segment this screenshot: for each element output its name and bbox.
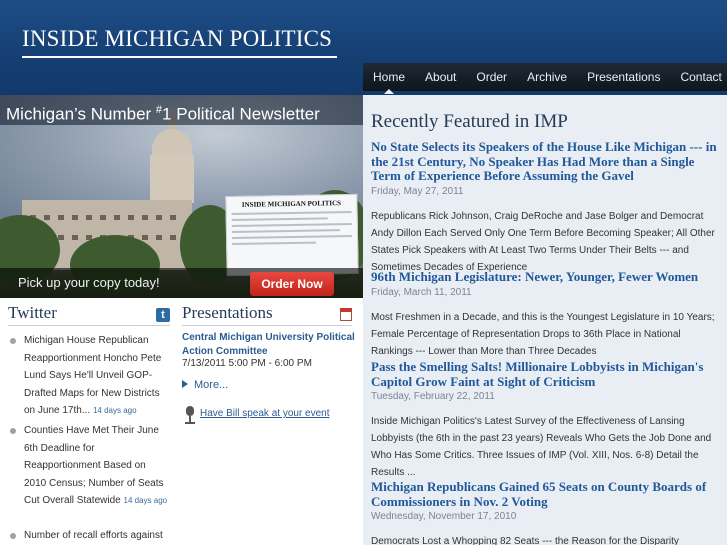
twitter-icon[interactable]: t (156, 308, 170, 322)
featured-article: Pass the Smelling Salts! Millionaire Lob… (371, 359, 721, 481)
microphone-head (186, 406, 194, 416)
hero-banner: INSIDE MICHIGAN POLITICS Michigan’s Numb… (0, 95, 363, 298)
event-title[interactable]: Central Michigan University Political Ac… (182, 331, 360, 359)
title-rule (22, 56, 337, 58)
article-date: Wednesday, November 17, 2010 (371, 511, 517, 522)
site-title[interactable]: INSIDE MICHIGAN POLITICS (22, 26, 332, 52)
event-time: 7/13/2011 5:00 PM - 6:00 PM (182, 358, 312, 369)
tweet-time[interactable]: 14 days ago (93, 406, 137, 415)
featured-article: Michigan Republicans Gained 65 Seats on … (371, 479, 721, 545)
capitol-windows (30, 215, 180, 220)
hero-headline: Michigan’s Number #1 Political Newslette… (0, 95, 363, 125)
newsletter-line (231, 229, 340, 234)
featured-heading: Recently Featured in IMP (371, 111, 568, 132)
article-title-link[interactable]: 96th Michigan Legislature: Newer, Younge… (371, 269, 721, 285)
article-title-link[interactable]: No State Selects its Speakers of the Hou… (371, 139, 721, 184)
hero-headline-text: Michigan’s Number (6, 104, 156, 124)
recently-featured-panel: Recently Featured in IMP No State Select… (363, 95, 727, 545)
hero-cta-text: Pick up your copy today! (18, 275, 160, 290)
article-summary: Inside Michigan Politics's Latest Survey… (371, 416, 712, 478)
presentations-header: Presentations (182, 302, 352, 326)
more-presentations-link[interactable]: More... (182, 379, 228, 391)
calendar-icon[interactable] (340, 308, 352, 321)
tweet-item[interactable]: Counties Have Met Their June 6th Deadlin… (8, 422, 168, 510)
newsletter-line (231, 222, 352, 228)
newsletter-masthead: INSIDE MICHIGAN POLITICS (241, 199, 342, 209)
microphone-base (185, 422, 195, 424)
hero-headline-rest: 1 Political Newsletter (162, 104, 320, 124)
nav-order[interactable]: Order (466, 63, 517, 91)
main-nav: Home About Order Archive Presentations C… (363, 63, 727, 94)
tweet-item[interactable]: Michigan House Republican Reapportionmen… (8, 332, 168, 420)
arrow-right-icon (182, 380, 188, 388)
article-summary: Most Freshmen in a Decade, and this is t… (371, 311, 715, 357)
capitol-drum (150, 155, 194, 203)
nav-home[interactable]: Home (363, 63, 415, 94)
newsletter-image: INSIDE MICHIGAN POLITICS (225, 193, 359, 277)
tweet-text: Michigan House Republican Reapportionmen… (24, 335, 162, 416)
featured-article: No State Selects its Speakers of the Hou… (371, 139, 721, 276)
tweet-text: Number of recall efforts against (24, 530, 163, 541)
article-summary: Democrats Lost a Whopping 82 Seats --- t… (371, 536, 679, 545)
nav-about[interactable]: About (415, 63, 466, 91)
article-date: Tuesday, February 22, 2011 (371, 391, 495, 402)
presentations-panel: Presentations Central Michigan Universit… (175, 298, 363, 545)
article-title-link[interactable]: Pass the Smelling Salts! Millionaire Lob… (371, 359, 721, 389)
featured-article: 96th Michigan Legislature: Newer, Younge… (371, 269, 721, 360)
nav-contact[interactable]: Contact (670, 63, 727, 91)
order-now-button[interactable]: Order Now (250, 272, 334, 296)
newsletter-line (231, 210, 352, 216)
presentations-title: Presentations (182, 303, 273, 322)
hero-cta-bar: Pick up your copy today! Order Now (0, 268, 363, 298)
tweet-item[interactable]: Number of recall efforts against (8, 527, 168, 545)
site-header: INSIDE MICHIGAN POLITICS Home About Orde… (0, 0, 727, 95)
article-date: Friday, March 11, 2011 (371, 286, 472, 298)
nav-presentations[interactable]: Presentations (577, 63, 670, 91)
newsletter-line (231, 217, 328, 222)
newsletter-line (232, 241, 317, 246)
article-date: Friday, May 27, 2011 (371, 185, 464, 197)
article-summary: Republicans Rick Johnson, Craig DeRoche … (371, 210, 715, 273)
twitter-panel: Twitter t Michigan House Republican Reap… (0, 298, 175, 545)
microphone-icon (185, 406, 195, 424)
tweet-time[interactable]: 14 days ago (124, 496, 168, 505)
twitter-title: Twitter (8, 303, 57, 322)
tweet-text: Counties Have Met Their June 6th Deadlin… (24, 425, 164, 506)
more-label: More... (194, 379, 229, 391)
article-title-link[interactable]: Michigan Republicans Gained 65 Seats on … (371, 479, 721, 509)
twitter-header: Twitter t (8, 302, 170, 326)
newsletter-line (232, 234, 353, 240)
nav-archive[interactable]: Archive (517, 63, 577, 91)
have-bill-speak-link[interactable]: Have Bill speak at your event (200, 408, 330, 419)
